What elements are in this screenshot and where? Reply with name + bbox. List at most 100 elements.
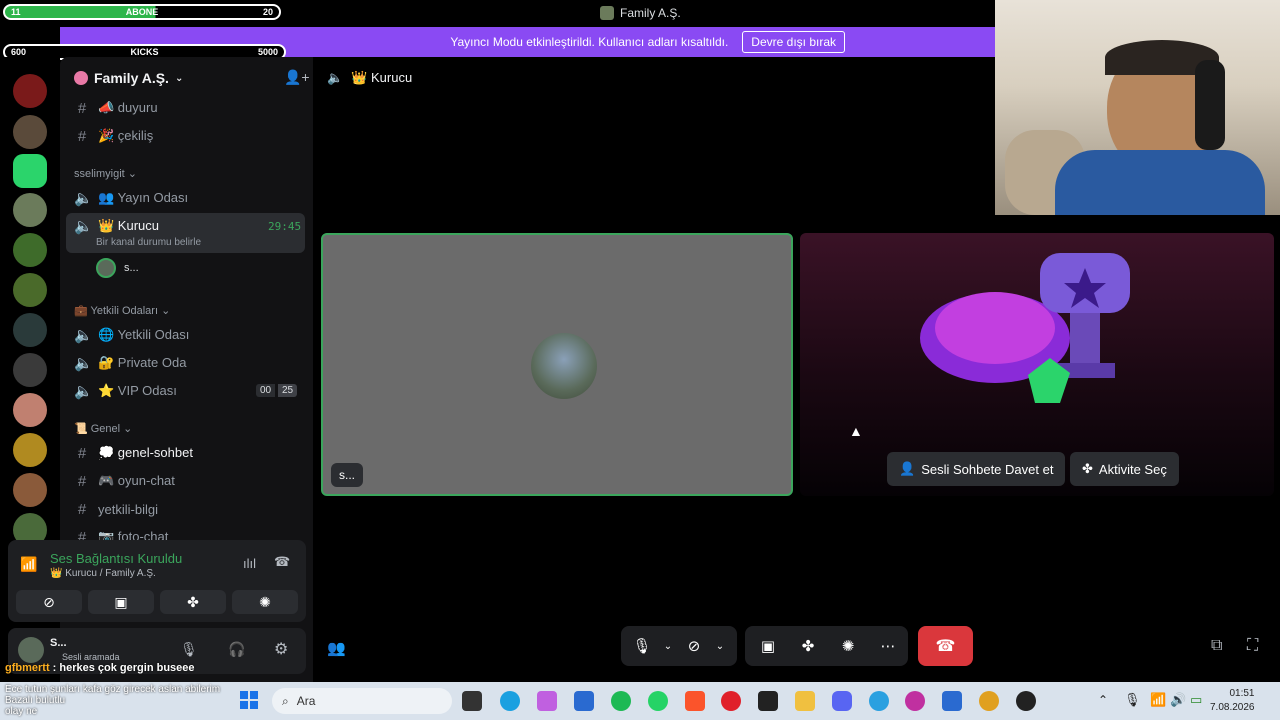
brave-icon[interactable] <box>685 691 705 711</box>
microphone-icon[interactable]: 🎙 <box>1124 692 1141 708</box>
volume-icon[interactable]: 🔊 <box>1170 692 1186 708</box>
activity-invite-tile: 👤 Sesli Sohbete Davet et ✤ Aktivite Seç <box>800 233 1274 496</box>
avatar[interactable] <box>18 637 44 663</box>
edge-icon[interactable] <box>500 691 520 711</box>
channel-yetkili-bilgi[interactable]: # yetkili-bilgi <box>74 499 158 519</box>
hash-icon: # <box>77 472 87 490</box>
system-clock[interactable]: 01:51 7.08.2026 <box>1210 687 1255 715</box>
outlook-icon[interactable] <box>942 691 962 711</box>
server-icon-2[interactable] <box>13 115 47 149</box>
wifi-icon[interactable]: 📶 <box>1150 692 1166 708</box>
discord-icon[interactable] <box>832 691 852 711</box>
speaker-icon: 🔈 <box>74 355 93 372</box>
voice-status[interactable]: Ses Bağlantısı Kuruldu <box>50 551 182 566</box>
category-genel[interactable]: 📜 Genel ⌄ <box>74 422 132 435</box>
channel-genel-sohbet[interactable]: # 💭 genel-sohbet <box>74 443 193 463</box>
channel-yetkili-odasi[interactable]: 🔈 🌐 Yetkili Odası <box>74 325 189 345</box>
spotify-icon[interactable] <box>611 691 631 711</box>
clock-date: 7.08.2026 <box>1210 702 1255 713</box>
channel-cekilis[interactable]: # 🎉 çekiliş <box>74 126 153 146</box>
chevron-down-icon[interactable]: ⌄ <box>707 641 733 652</box>
channel-yayin-odasi[interactable]: 🔈 👥 Yayın Odası <box>74 188 188 208</box>
battery-icon[interactable]: ▭ <box>1190 692 1202 708</box>
hang-up-button[interactable]: ☎ <box>918 626 973 666</box>
microphone-icon[interactable]: 🎙 <box>629 637 655 655</box>
microphone-icon[interactable]: 🎙 <box>180 641 198 658</box>
server-icon-1[interactable] <box>13 74 47 108</box>
tray-chevron-icon[interactable]: ⌃ <box>1098 693 1108 707</box>
taskbar-search[interactable]: ⌕ Ara <box>272 688 452 714</box>
participant-name-badge: s... <box>331 463 364 487</box>
copilot-icon[interactable] <box>537 691 557 711</box>
fullscreen-icon[interactable]: ⛶ <box>1247 637 1258 655</box>
opera-gx-icon[interactable] <box>905 691 925 711</box>
channel-status-hint[interactable]: Bir kanal durumu belirle <box>96 237 201 248</box>
streamer-shirt <box>1055 150 1265 215</box>
activities-button[interactable]: ✤ <box>160 590 226 614</box>
voice-member[interactable]: s... <box>96 258 139 278</box>
start-icon[interactable] <box>240 691 258 709</box>
channel-kurucu[interactable]: 🔈 👑 Kurucu <box>74 216 159 236</box>
server-icon-8[interactable] <box>13 353 47 387</box>
add-member-icon[interactable]: 👤+ <box>284 69 310 86</box>
channel-label: 🎮 oyun-chat <box>98 473 175 488</box>
server-icon-family[interactable] <box>13 193 47 227</box>
whatsapp-icon[interactable] <box>648 691 668 711</box>
server-icon-9[interactable] <box>13 393 47 427</box>
opera-icon[interactable] <box>721 691 741 711</box>
task-view-icon[interactable] <box>462 691 482 711</box>
file-explorer-icon[interactable] <box>795 691 815 711</box>
server-icon-5[interactable] <box>13 233 47 267</box>
server-icon-7[interactable] <box>13 313 47 347</box>
chevron-down-icon: ⌄ <box>174 72 184 84</box>
disconnect-icon[interactable]: ☎ <box>274 554 290 570</box>
disable-streamer-mode-button[interactable]: Devre dışı bırak <box>742 31 845 53</box>
steam-icon[interactable] <box>1016 691 1036 711</box>
screen-share-icon: ▣ <box>114 593 128 610</box>
signal-icon[interactable]: 📶 <box>20 556 37 573</box>
chrome-icon[interactable] <box>979 691 999 711</box>
camera-off-button[interactable]: ⊘ <box>16 590 82 614</box>
noise-suppression-icon[interactable]: ılıl <box>243 556 256 571</box>
channel-label: yetkili-bilgi <box>98 501 158 517</box>
category-sselimyigit[interactable]: sselimyigit ⌄ <box>74 167 137 180</box>
invite-label: Sesli Sohbete Davet et <box>921 461 1054 477</box>
camera-off-icon: ⊘ <box>43 593 55 610</box>
participant-tile[interactable]: s... <box>321 233 793 496</box>
invite-people-icon[interactable]: 👥 <box>327 639 346 657</box>
choose-activity-button[interactable]: ✤ Aktivite Seç <box>1070 452 1179 486</box>
popout-icon[interactable]: ⧉ <box>1211 637 1222 655</box>
server-icon-6[interactable] <box>13 273 47 307</box>
more-options-icon[interactable]: ⋯ <box>875 637 901 655</box>
channel-vip-odasi[interactable]: 🔈 ⭐ VIP Odası <box>74 381 177 401</box>
camera-off-icon[interactable]: ⊘ <box>681 637 707 655</box>
voice-timer: 29:45 <box>268 220 302 233</box>
screen-share-icon[interactable]: ▣ <box>755 637 781 655</box>
channel-private-oda[interactable]: 🔈 🔐 Private Oda <box>74 353 186 373</box>
channel-oyun-chat[interactable]: # 🎮 oyun-chat <box>74 471 175 491</box>
chevron-down-icon[interactable]: ⌄ <box>655 641 681 652</box>
game-icon[interactable] <box>758 691 778 711</box>
user-name[interactable]: S... <box>50 637 67 649</box>
telegram-icon[interactable] <box>869 691 889 711</box>
server-icon <box>600 6 614 20</box>
server-icon-11[interactable] <box>13 473 47 507</box>
gear-icon[interactable]: ⚙ <box>274 639 288 659</box>
goal-label: ABONE <box>125 7 159 17</box>
chat-username: gfbmertt <box>5 662 50 674</box>
category-yetkili-odalari[interactable]: 💼 Yetkili Odaları ⌄ <box>74 304 170 317</box>
soundboard-icon[interactable]: ✺ <box>835 637 861 655</box>
channel-duyuru[interactable]: # 📣 duyuru <box>74 98 158 118</box>
app-icon[interactable] <box>574 691 594 711</box>
server-icon-3[interactable] <box>13 154 47 188</box>
soundboard-button[interactable]: ✺ <box>232 590 298 614</box>
guild-header[interactable]: Family A.Ş. ⌄ <box>74 70 183 86</box>
headphones-icon[interactable]: 🎧 <box>228 641 245 658</box>
voice-connection-panel: 📶 Ses Bağlantısı Kuruldu 👑 Kurucu / Fami… <box>8 540 306 622</box>
add-user-icon: 👤 <box>899 461 916 476</box>
screen-share-button[interactable]: ▣ <box>88 590 154 614</box>
server-icon-10[interactable] <box>13 433 47 467</box>
invite-to-voice-button[interactable]: 👤 Sesli Sohbete Davet et <box>887 452 1066 486</box>
activities-icon[interactable]: ✤ <box>795 637 821 655</box>
voice-channel-path[interactable]: 👑 Kurucu / Family A.Ş. <box>50 568 156 579</box>
